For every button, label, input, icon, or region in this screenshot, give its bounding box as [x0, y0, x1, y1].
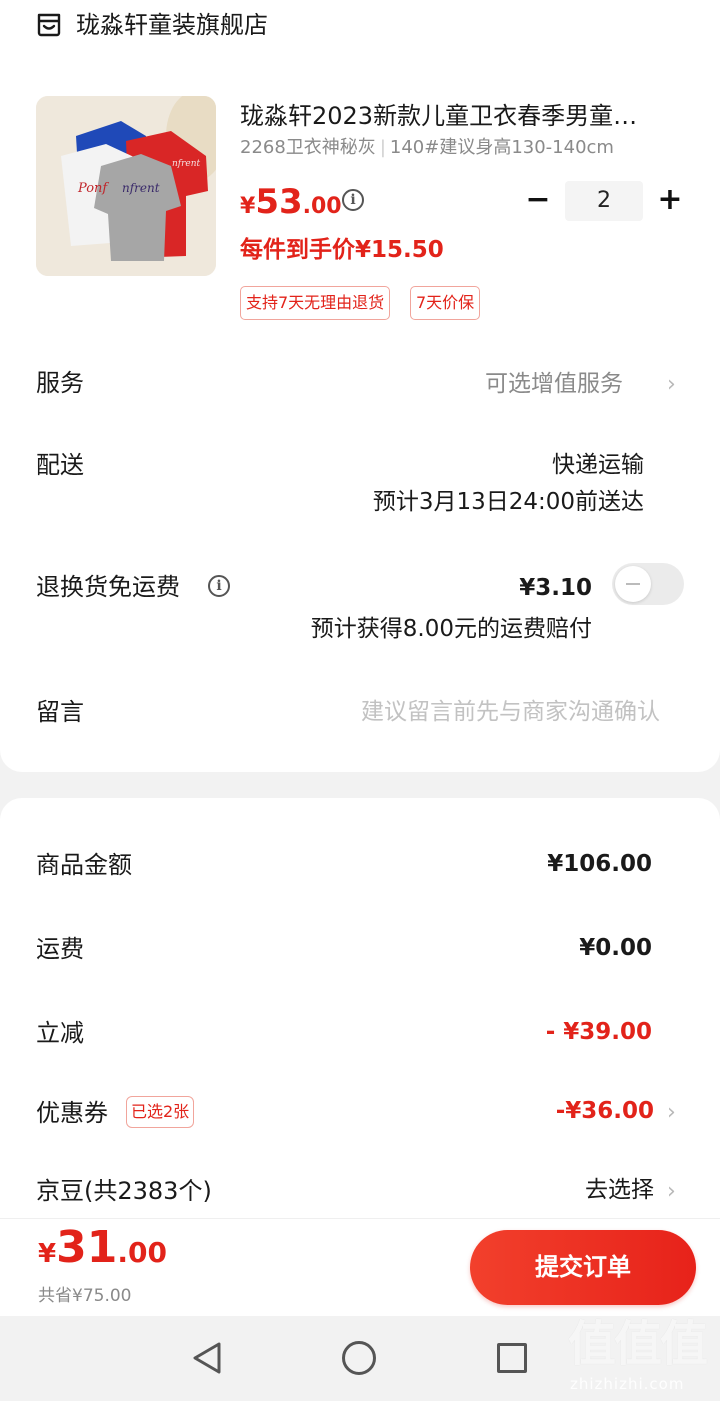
svg-text:Ponf: Ponf — [77, 181, 109, 196]
price-decimal: .00 — [302, 194, 342, 219]
quantity-decrease-button[interactable]: − — [524, 184, 552, 216]
watermark-domain: zhizhizhi.com — [570, 1375, 685, 1393]
tag-return-policy: 支持7天无理由退货 — [240, 286, 391, 320]
return-info-icon[interactable]: i — [208, 575, 230, 597]
svg-text:nfrent: nfrent — [122, 181, 160, 195]
store-icon — [37, 13, 61, 37]
delivery-label: 配送 — [36, 451, 84, 479]
price-info-icon[interactable]: i — [342, 189, 364, 211]
spec-color: 2268卫衣神秘灰 — [240, 137, 376, 158]
watermark-logo: 值值值 — [568, 1316, 708, 1372]
message-label: 留言 — [36, 698, 84, 726]
price-integer: 53 — [255, 182, 303, 222]
per-item-price: 每件到手价¥15.50 — [240, 237, 444, 263]
jd-beans-chevron-icon[interactable]: › — [667, 1176, 676, 1208]
message-input[interactable]: 建议留言前先与商家沟通确认 — [361, 696, 660, 728]
goods-amount-value: ¥106.00 — [547, 851, 652, 877]
submit-order-button[interactable]: 提交订单 — [470, 1230, 696, 1305]
product-title[interactable]: 珑淼轩2023新款儿童卫衣春季男童… — [240, 100, 637, 132]
shipping-fee-value: ¥0.00 — [579, 935, 652, 961]
jd-beans-label[interactable]: 京豆(共2383个) — [36, 1175, 212, 1207]
product-spec[interactable]: 2268卫衣神秘灰 | 140#建议身高130-140cm — [240, 136, 614, 160]
return-shipping-toggle[interactable] — [612, 563, 684, 605]
quantity-increase-button[interactable]: + — [656, 184, 684, 216]
goods-amount-label: 商品金额 — [36, 851, 132, 879]
sweatshirt-photo-icon: Ponf nfrent nfrent — [36, 96, 216, 276]
quantity-input[interactable]: 2 — [565, 181, 643, 221]
price-currency: ¥ — [240, 194, 256, 219]
total-currency: ¥ — [38, 1239, 57, 1269]
store-name[interactable]: 珑淼轩童装旗舰店 — [76, 10, 268, 40]
product-price: ¥53.00 — [240, 182, 342, 222]
recent-apps-icon[interactable] — [497, 1343, 527, 1373]
total-integer: 31 — [56, 1222, 118, 1273]
back-icon[interactable] — [190, 1340, 224, 1376]
total-saved: 共省¥75.00 — [38, 1286, 132, 1306]
tag-price-protection: 7天价保 — [410, 286, 481, 320]
service-label: 服务 — [36, 369, 84, 397]
total-decimal: .00 — [117, 1236, 167, 1269]
delivery-method[interactable]: 快递运输 — [552, 449, 644, 481]
toggle-knob — [615, 566, 651, 602]
return-shipping-note: 预计获得8.00元的运费赔付 — [310, 616, 592, 642]
delivery-eta: 预计3月13日24:00前送达 — [372, 489, 644, 515]
instant-discount-value: - ¥39.00 — [545, 1019, 652, 1045]
coupon-value[interactable]: -¥36.00 — [556, 1095, 654, 1127]
return-shipping-label: 退换货免运费 — [36, 573, 180, 601]
service-value[interactable]: 可选增值服务 — [485, 368, 623, 400]
product-image[interactable]: Ponf nfrent nfrent — [36, 96, 216, 276]
jd-beans-select[interactable]: 去选择 — [585, 1174, 654, 1206]
coupon-chevron-icon[interactable]: › — [667, 1097, 676, 1129]
home-icon[interactable] — [342, 1341, 376, 1375]
shipping-fee-label: 运费 — [36, 935, 84, 963]
spec-divider: | — [379, 137, 386, 158]
instant-discount-label: 立减 — [36, 1019, 84, 1047]
spec-size: 140#建议身高130-140cm — [389, 137, 614, 158]
total-price: ¥31.00 — [38, 1222, 167, 1273]
coupon-label[interactable]: 优惠券 — [36, 1097, 108, 1129]
svg-text:nfrent: nfrent — [172, 159, 201, 169]
coupon-selected-badge[interactable]: 已选2张 — [126, 1096, 195, 1128]
return-shipping-price: ¥3.10 — [519, 575, 592, 601]
service-chevron-icon[interactable]: › — [667, 369, 676, 401]
